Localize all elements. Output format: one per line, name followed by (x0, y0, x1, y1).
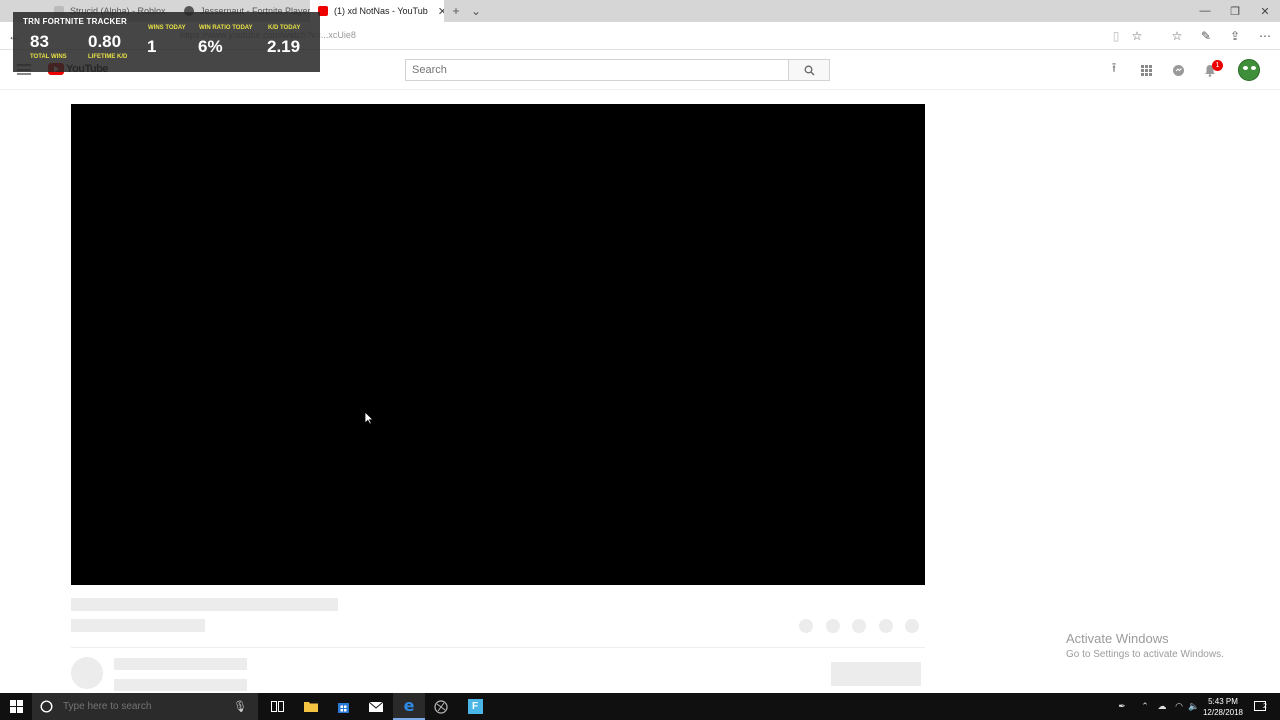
tab-title: (1) xd NotNas - YouTub (334, 6, 428, 16)
reading-view-icon[interactable]: ▯ (1106, 26, 1126, 46)
taskbar-search-input[interactable] (63, 701, 223, 712)
more-options-icon[interactable]: ⋯ (1255, 26, 1275, 46)
tracker-title-text: FORTNITE TRACKER (42, 17, 128, 26)
win-ratio-today-label: WIN RATIO TODAY (199, 25, 253, 31)
lifetime-kd-value: 0.80 (88, 32, 122, 51)
tracker-brand: TRN (23, 17, 41, 26)
store-icon[interactable] (327, 693, 359, 720)
total-wins-value: 83 (30, 32, 49, 51)
microphone-icon[interactable]: 🎙 (233, 700, 247, 713)
activate-windows-watermark: Activate Windows Go to Settings to activ… (1066, 631, 1224, 660)
search-icon (804, 65, 814, 75)
title-placeholder (71, 598, 338, 611)
clock-time: 5:43 PM (1208, 697, 1238, 706)
windows-taskbar: 🎙 e F ✒ ⌃ ☁ ◠ 🔈 5:43 PM 12/28/2018 (0, 693, 1280, 720)
edge-browser-icon[interactable]: e (393, 693, 425, 720)
total-wins-label: TOTAL WINS (30, 54, 67, 60)
avatar[interactable] (1238, 59, 1260, 81)
search-button[interactable] (788, 59, 830, 81)
new-tab-icon[interactable]: + (446, 0, 466, 22)
onedrive-icon[interactable]: ☁ (1154, 693, 1170, 720)
watermark-title: Activate Windows (1066, 631, 1169, 646)
video-player[interactable] (71, 104, 925, 585)
screen: Strucid (Alpha) - Roblox Jessernaut - Fo… (0, 0, 1280, 720)
fortnite-app-icon[interactable]: F (459, 693, 491, 720)
restore-icon[interactable]: ❐ (1220, 0, 1250, 22)
notification-count-badge: 1 (1212, 60, 1223, 71)
taskbar-search-box[interactable]: 🎙 (32, 693, 258, 720)
views-placeholder (71, 619, 205, 632)
channel-avatar-placeholder (71, 657, 103, 689)
windows-logo-icon (9, 700, 23, 713)
lifetime-kd-label: LIFETIME K/D (88, 54, 128, 60)
action-placeholder (826, 619, 840, 633)
start-button[interactable] (0, 693, 32, 720)
search-input[interactable] (405, 59, 789, 81)
tab-list-chevron-icon[interactable]: ⌄ (466, 0, 486, 22)
wins-today-value: 1 (147, 37, 157, 56)
pen-notes-icon[interactable]: ✎ (1196, 26, 1216, 46)
wifi-icon[interactable]: ◠ (1171, 693, 1187, 720)
channel-name-placeholder (114, 658, 247, 670)
taskbar-clock[interactable]: 5:43 PM 12/28/2018 (1200, 696, 1246, 718)
mail-icon[interactable] (360, 693, 392, 720)
kd-today-value: 2.19 (267, 37, 301, 56)
apps-grid-icon[interactable] (1136, 60, 1156, 80)
upload-icon[interactable]: ⭱ (1104, 60, 1124, 80)
show-hidden-icons-icon[interactable]: ⌃ (1137, 693, 1153, 720)
wins-today-label: WINS TODAY (148, 25, 186, 31)
mouse-cursor-icon (364, 411, 374, 425)
minimize-icon[interactable]: — (1190, 0, 1220, 22)
tab-youtube[interactable]: (1) xd NotNas - YouTub ✕ (310, 0, 444, 22)
action-placeholder (879, 619, 893, 633)
share-icon[interactable]: ⇪ (1225, 26, 1245, 46)
clock-date: 12/28/2018 (1202, 708, 1244, 717)
fortnite-tracker-overlay: TRN FORTNITE TRACKER 83 TOTAL WINS 0.80 … (13, 12, 320, 72)
cortana-icon (40, 700, 53, 713)
task-view-icon[interactable] (261, 693, 293, 720)
kd-today-label: K/D TODAY (268, 25, 301, 31)
action-placeholder (799, 619, 813, 633)
channel-subs-placeholder (114, 679, 247, 691)
favorite-star-icon[interactable]: ☆ (1127, 26, 1147, 46)
action-center-icon[interactable]: 2 (1250, 693, 1272, 720)
messages-icon[interactable] (1168, 60, 1188, 80)
close-window-icon[interactable]: ✕ (1250, 0, 1280, 22)
action-placeholder (852, 619, 866, 633)
subscribe-placeholder (831, 662, 921, 686)
tracker-title: TRN FORTNITE TRACKER (23, 17, 127, 26)
file-explorer-icon[interactable] (295, 693, 327, 720)
divider (71, 647, 925, 648)
watermark-subtitle: Go to Settings to activate Windows. (1066, 649, 1224, 660)
app-globe-icon[interactable] (425, 693, 457, 720)
close-tab-icon[interactable]: ✕ (438, 5, 444, 18)
win-ratio-today-value: 6% (198, 37, 223, 56)
action-center-count: 2 (1263, 703, 1267, 710)
pen-workspace-icon[interactable]: ✒ (1114, 693, 1130, 720)
action-placeholder (905, 619, 919, 633)
favorites-hub-icon[interactable]: ☆ (1167, 26, 1187, 46)
